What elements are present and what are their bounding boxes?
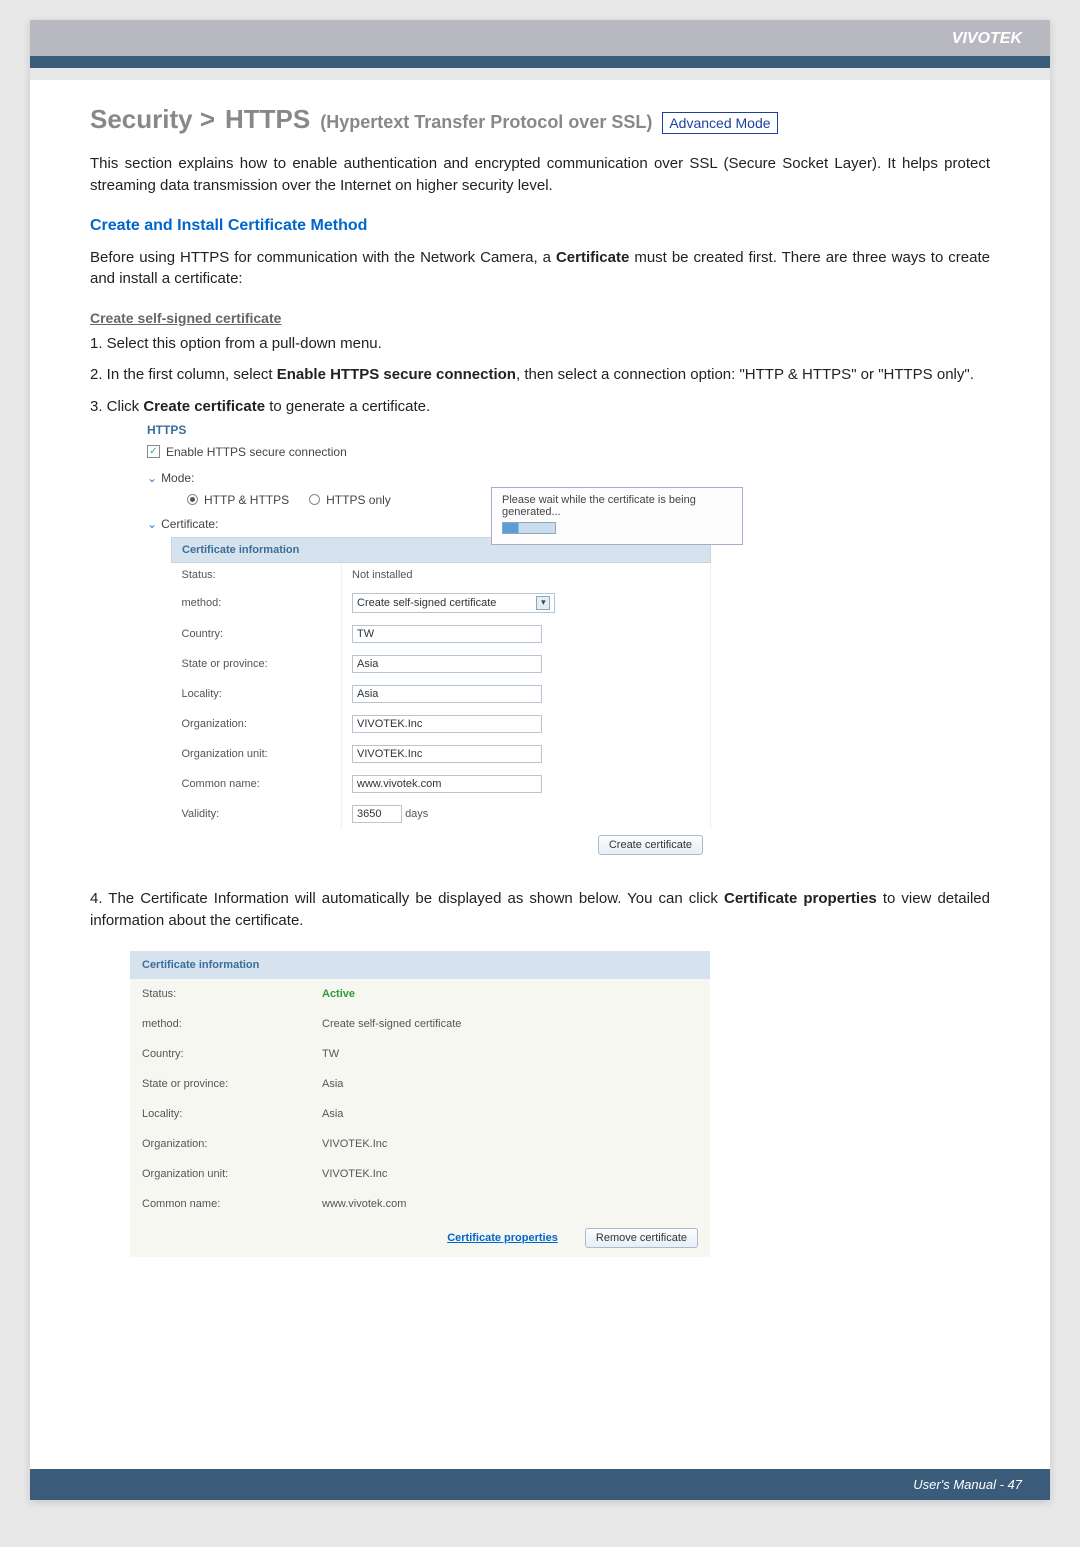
validity-unit: days [405,808,428,820]
radio-https-only[interactable] [309,494,320,505]
section-intro: Before using HTTPS for communication wit… [90,247,990,291]
common-value2: www.vivotek.com [310,1189,710,1219]
step-2: 2. In the first column, select Enable HT… [90,363,990,386]
mode-badge: Advanced Mode [662,112,777,134]
orgunit-value2: VIVOTEK.Inc [310,1159,710,1189]
state-value2: Asia [310,1069,710,1099]
wait-text: Please wait while the certificate is bei… [502,494,732,518]
chevron-down-icon[interactable]: ⌄ [147,471,157,485]
step-4: 4. The Certificate Information will auto… [90,888,990,932]
certificate-properties-link[interactable]: Certificate properties [447,1232,558,1244]
org-value2: VIVOTEK.Inc [310,1129,710,1159]
step4-prefix: 4. The Certificate Information will auto… [90,890,724,907]
validity-input[interactable]: 3650 [352,805,402,823]
intro-bold: Certificate [556,249,629,266]
progress-bar [502,522,556,534]
common-input[interactable]: www.vivotek.com [352,775,542,793]
common-label2: Common name: [130,1189,310,1219]
cert-info-panel-active: Certificate information Status: Active m… [130,951,710,1257]
state-input[interactable]: Asia [352,655,542,673]
dropdown-arrow-icon[interactable]: ▾ [536,596,550,610]
country-value2: TW [310,1039,710,1069]
method-select[interactable]: Create self-signed certificate ▾ [352,593,555,613]
step2-prefix: 2. In the first column, select [90,366,277,383]
status-value: Not installed [342,562,711,587]
method-label: method: [172,587,342,619]
locality-value2: Asia [310,1099,710,1129]
remove-certificate-button[interactable]: Remove certificate [585,1228,698,1248]
country-label2: Country: [130,1039,310,1069]
country-label: Country: [172,619,342,649]
step3-suffix: to generate a certificate. [265,398,430,415]
certificate-label: Certificate: [161,517,218,531]
enable-https-checkbox[interactable]: ✓ [147,445,160,458]
org-label: Organization: [172,709,342,739]
section-title: Create and Install Certificate Method [90,217,990,235]
page-footer: User's Manual - 47 [30,1469,1050,1500]
state-label2: State or province: [130,1069,310,1099]
radio-http-https-label: HTTP & HTTPS [204,493,289,507]
subsection-title: Create self-signed certificate [90,310,281,326]
brand-label: VIVOTEK [952,30,1022,48]
country-input[interactable]: TW [352,625,542,643]
divider [30,68,1050,80]
intro-a: Before using HTTPS for communication wit… [90,249,556,266]
locality-label: Locality: [172,679,342,709]
status-label: Status: [172,562,342,587]
status-value2: Active [322,988,355,1000]
radio-https-only-label: HTTPS only [326,493,391,507]
method-value: Create self-signed certificate [357,597,496,609]
intro-text: This section explains how to enable auth… [90,153,990,197]
https-panel: HTTPS ✓ Enable HTTPS secure connection ⌄… [130,426,740,870]
step3-prefix: 3. Click [90,398,143,415]
breadcrumb-part2: HTTPS [225,104,310,135]
locality-label2: Locality: [130,1099,310,1129]
org-label2: Organization: [130,1129,310,1159]
step4-bold: Certificate properties [724,890,877,907]
certificate-info-table: Certificate information Status: Not inst… [171,537,711,829]
step-1: 1. Select this option from a pull-down m… [90,332,990,355]
heading-subtitle: (Hypertext Transfer Protocol over SSL) [320,112,652,133]
orgunit-label: Organization unit: [172,739,342,769]
validity-label: Validity: [172,799,342,829]
common-label: Common name: [172,769,342,799]
org-input[interactable]: VIVOTEK.Inc [352,715,542,733]
certificate-info-table-active: Certificate information Status: Active m… [130,951,710,1257]
state-label: State or province: [172,649,342,679]
step3-bold: Create certificate [143,398,265,415]
wait-dialog: Please wait while the certificate is bei… [491,487,743,545]
header-band: VIVOTEK [30,20,1050,68]
orgunit-input[interactable]: VIVOTEK.Inc [352,745,542,763]
breadcrumb-part1: Security > [90,104,215,135]
step2-bold: Enable HTTPS secure connection [277,366,516,383]
create-certificate-button[interactable]: Create certificate [598,835,703,855]
https-legend: HTTPS [143,423,190,437]
orgunit-label2: Organization unit: [130,1159,310,1189]
chevron-down-icon[interactable]: ⌄ [147,517,157,531]
radio-http-https[interactable] [187,494,198,505]
page-heading: Security > HTTPS (Hypertext Transfer Pro… [90,104,990,135]
method-value2: Create self-signed certificate [310,1009,710,1039]
cert-info-header2: Certificate information [130,951,710,979]
method-label2: method: [130,1009,310,1039]
locality-input[interactable]: Asia [352,685,542,703]
mode-label: Mode: [161,471,194,485]
enable-https-label: Enable HTTPS secure connection [166,445,347,459]
step-3: 3. Click Create certificate to generate … [90,395,990,418]
status-label2: Status: [130,979,310,1009]
step2-suffix: , then select a connection option: "HTTP… [516,366,974,383]
